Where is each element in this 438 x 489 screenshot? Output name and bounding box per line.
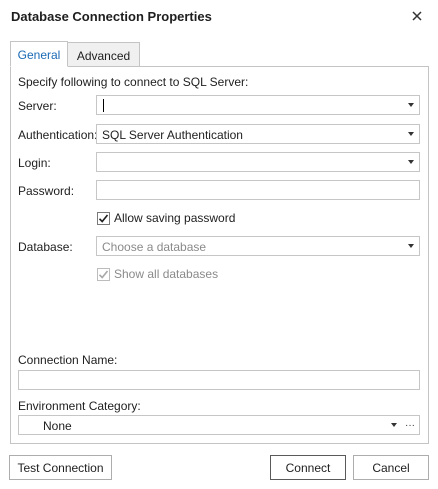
authentication-combobox[interactable]: SQL Server Authentication xyxy=(96,124,420,144)
password-field[interactable] xyxy=(96,180,420,200)
cancel-button[interactable]: Cancel xyxy=(353,455,429,480)
checkmark-icon xyxy=(98,213,109,223)
authentication-value: SQL Server Authentication xyxy=(102,128,243,142)
chevron-down-icon[interactable] xyxy=(408,160,414,164)
password-label: Password: xyxy=(18,184,75,198)
environment-category-combobox[interactable]: None ··· xyxy=(18,415,420,435)
login-label: Login: xyxy=(18,156,51,170)
server-label: Server: xyxy=(18,99,57,113)
chevron-down-icon[interactable] xyxy=(408,103,414,107)
database-label: Database: xyxy=(18,240,73,254)
test-connection-button[interactable]: Test Connection xyxy=(9,455,112,480)
database-combobox[interactable]: Choose a database xyxy=(96,236,420,256)
checkmark-icon xyxy=(98,269,109,279)
tab-advanced[interactable]: Advanced xyxy=(68,42,140,67)
authentication-label: Authentication: xyxy=(18,128,98,142)
connect-button[interactable]: Connect xyxy=(270,455,346,480)
checkbox-box[interactable] xyxy=(97,267,110,281)
connection-name-field[interactable] xyxy=(18,370,420,390)
chevron-down-icon[interactable] xyxy=(408,244,414,248)
environment-category-label: Environment Category: xyxy=(18,399,141,413)
chevron-down-icon[interactable] xyxy=(408,132,414,136)
title-bar: Database Connection Properties xyxy=(0,0,438,34)
tab-general[interactable]: General xyxy=(10,41,68,67)
more-options-icon[interactable]: ··· xyxy=(405,420,415,431)
window-title: Database Connection Properties xyxy=(11,9,212,24)
database-placeholder: Choose a database xyxy=(102,240,207,254)
connection-name-label: Connection Name: xyxy=(18,353,118,367)
checkbox-box[interactable] xyxy=(97,211,110,225)
close-icon xyxy=(412,11,422,21)
show-all-databases-label: Show all databases xyxy=(114,267,219,281)
text-cursor xyxy=(103,99,104,112)
intro-text: Specify following to connect to SQL Serv… xyxy=(18,75,249,89)
chevron-down-icon[interactable] xyxy=(391,423,397,427)
allow-saving-password-label: Allow saving password xyxy=(114,211,236,225)
allow-saving-password-checkbox[interactable]: Allow saving password xyxy=(97,211,235,225)
login-combobox[interactable] xyxy=(96,152,420,172)
environment-category-value: None xyxy=(43,419,72,433)
close-button[interactable] xyxy=(406,6,428,26)
server-combobox[interactable] xyxy=(96,95,420,115)
show-all-databases-checkbox[interactable]: Show all databases xyxy=(97,267,218,281)
